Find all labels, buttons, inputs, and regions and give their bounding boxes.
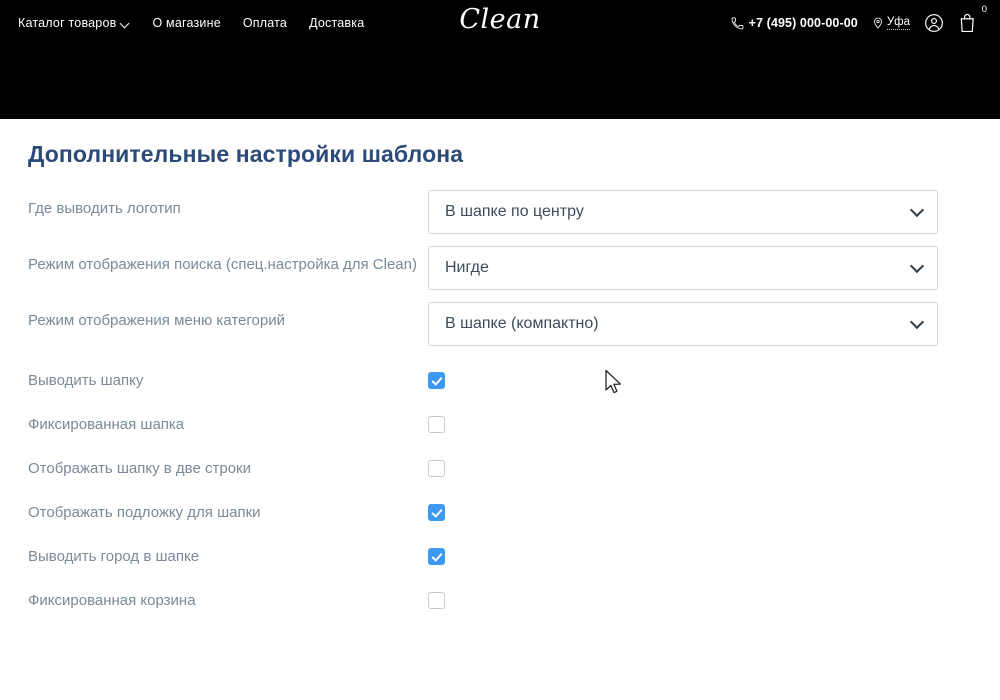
- setting-label: Фиксированная корзина: [28, 591, 196, 609]
- two-line-header-checkbox[interactable]: [428, 459, 445, 477]
- page-title: Дополнительные настройки шаблона: [28, 141, 464, 167]
- location-pin-icon: [873, 17, 882, 29]
- setting-label: Фиксированная шапка: [28, 415, 185, 433]
- search-mode-select-wrapper: Нигде: [428, 246, 938, 290]
- phone-link[interactable]: +7 (495) 000-00-00: [731, 16, 858, 30]
- logo-position-select-value: В шапке по центру: [445, 203, 584, 220]
- show-header-checkbox[interactable]: [428, 371, 445, 389]
- search-mode-select-value: Нигде: [445, 259, 489, 276]
- fixed-header-checkbox[interactable]: [428, 415, 445, 433]
- template-settings-form: Где выводить логотип В шапке по центру Р…: [28, 190, 1000, 622]
- setting-row-logo-position: Где выводить логотип В шапке по центру: [28, 190, 1000, 234]
- fixed-cart-checkbox[interactable]: [428, 591, 445, 609]
- category-menu-select-value: В шапке (компактно): [445, 315, 599, 332]
- header-row: Каталог товаров О магазине Оплата Достав…: [0, 0, 1000, 46]
- logo-position-select[interactable]: В шапке по центру: [428, 190, 938, 234]
- setting-label: Выводить шапку: [28, 371, 144, 389]
- city-selector[interactable]: Уфа: [872, 16, 910, 30]
- setting-row-show-header: Выводить шапку: [28, 358, 1000, 402]
- site-header: Каталог товаров О магазине Оплата Достав…: [0, 0, 1000, 119]
- setting-row-fixed-cart: Фиксированная корзина: [28, 578, 1000, 622]
- setting-label: Режим отображения меню категорий: [28, 312, 285, 329]
- category-menu-select-wrapper: В шапке (компактно): [428, 302, 938, 346]
- cart-count-badge: 0: [981, 4, 987, 15]
- main-content: Дополнительные настройки шаблона Где выв…: [0, 119, 1000, 622]
- category-menu-select[interactable]: В шапке (компактно): [428, 302, 938, 346]
- setting-label: Режим отображения поиска (спец.настройка…: [28, 256, 417, 273]
- setting-row-header-backdrop: Отображать подложку для шапки: [28, 490, 1000, 534]
- phone-number: +7 (495) 000-00-00: [748, 16, 858, 30]
- phone-icon: [731, 17, 744, 29]
- shopping-bag-icon: [960, 13, 974, 33]
- show-city-checkbox[interactable]: [428, 547, 445, 565]
- header-backdrop-checkbox[interactable]: [428, 503, 445, 521]
- logo-position-select-wrapper: В шапке по центру: [428, 190, 938, 234]
- setting-label: Отображать шапку в две строки: [28, 459, 251, 477]
- setting-row-fixed-header: Фиксированная шапка: [28, 402, 1000, 446]
- setting-row-show-city: Выводить город в шапке: [28, 534, 1000, 578]
- setting-label: Выводить город в шапке: [28, 547, 200, 565]
- city-name: Уфа: [886, 16, 910, 30]
- user-circle-icon: [925, 14, 943, 32]
- account-button[interactable]: [924, 13, 944, 33]
- setting-label: Где выводить логотип: [28, 200, 181, 217]
- cart-button[interactable]: 0: [958, 5, 987, 34]
- setting-row-two-line-header: Отображать шапку в две строки: [28, 446, 1000, 490]
- header-right-cluster: +7 (495) 000-00-00 Уфа 0: [731, 0, 987, 46]
- setting-row-search-mode: Режим отображения поиска (спец.настройка…: [28, 246, 1000, 290]
- setting-row-category-menu-mode: Режим отображения меню категорий В шапке…: [28, 302, 1000, 346]
- setting-label: Отображать подложку для шапки: [28, 503, 261, 521]
- search-mode-select[interactable]: Нигде: [428, 246, 938, 290]
